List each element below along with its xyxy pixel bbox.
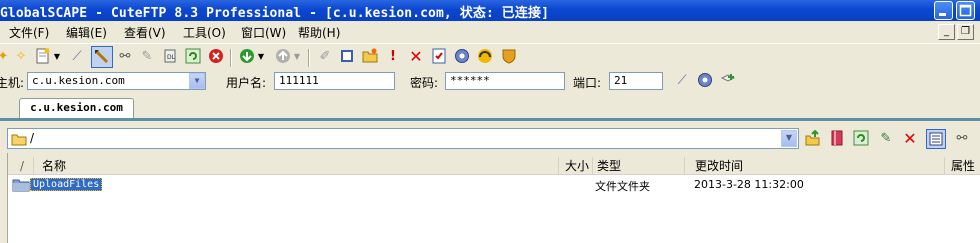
- minimize-icon: [939, 13, 946, 16]
- up-dropdown-arrow[interactable]: ▼: [292, 48, 302, 66]
- quick-connect-bar: 主机: c.u.kesion.com ▼ 用户名: 111111 密码: ***…: [0, 70, 980, 93]
- column-header-modified[interactable]: 更改时间: [685, 157, 945, 175]
- quick-connect-go-icon[interactable]: ⟋: [673, 72, 691, 90]
- tab-underline: [0, 118, 980, 121]
- window-title: GlobalSCAPE - CuteFTP 8.3 Professional -…: [0, 6, 550, 21]
- toolbar-separator: [308, 49, 310, 67]
- settings-icon[interactable]: [453, 48, 471, 66]
- svg-text:DL: DL: [167, 54, 176, 61]
- chevron-down-icon[interactable]: ▼: [781, 130, 797, 147]
- filter-icon[interactable]: ✎: [877, 130, 895, 148]
- quick-connect-icon[interactable]: ⟋: [68, 48, 86, 66]
- refresh-icon[interactable]: [184, 48, 202, 66]
- port-input[interactable]: 21: [609, 72, 663, 90]
- column-header-type[interactable]: 类型: [593, 157, 685, 175]
- file-modified: 2013-3-28 11:32:00: [694, 178, 804, 191]
- main-toolbar: ✦ ✧ ▼ ⟋ ⚯ ✎ DL ▼ ▼ ✐ ! ✕: [0, 43, 980, 70]
- column-header-sort[interactable]: /: [8, 157, 34, 175]
- wizard-icon[interactable]: ✦: [0, 48, 12, 66]
- toolbar-separator: [230, 49, 232, 67]
- quick-connect-settings-icon[interactable]: [696, 72, 714, 90]
- view-file-icon[interactable]: [338, 48, 356, 66]
- title-bar: GlobalSCAPE - CuteFTP 8.3 Professional -…: [0, 0, 980, 21]
- menu-tools[interactable]: 工具(O): [183, 24, 226, 41]
- connect-wizard-icon[interactable]: ✧: [12, 48, 30, 66]
- connect-plug-icon: [94, 49, 109, 64]
- go-up-icon[interactable]: [274, 48, 292, 66]
- support-icon[interactable]: [476, 48, 494, 66]
- properties-icon[interactable]: [430, 48, 448, 66]
- file-list-header: / 名称 大小 类型 更改时间 属性: [8, 157, 980, 175]
- parent-folder-icon[interactable]: [804, 129, 822, 148]
- add-site-icon[interactable]: [719, 72, 737, 90]
- edit-file-icon[interactable]: ✐: [316, 48, 334, 66]
- session-tab-strip: c.u.kesion.com: [0, 93, 980, 119]
- password-label: 密码:: [410, 76, 439, 90]
- password-value: ******: [450, 74, 490, 87]
- password-input[interactable]: ******: [445, 72, 565, 90]
- username-label: 用户名:: [226, 76, 267, 90]
- port-label: 端口:: [573, 76, 602, 90]
- session-tab[interactable]: c.u.kesion.com: [19, 98, 134, 118]
- menu-file[interactable]: 文件(F): [9, 24, 49, 41]
- mdi-minimize-button[interactable]: _: [938, 24, 955, 40]
- delete-icon[interactable]: ✕: [407, 48, 425, 66]
- folder-icon: [12, 179, 30, 192]
- mdi-restore-button[interactable]: ❐: [957, 24, 974, 40]
- menu-view[interactable]: 查看(V): [124, 24, 166, 41]
- bookmark-icon[interactable]: [828, 130, 846, 148]
- refresh-icon[interactable]: [852, 130, 870, 148]
- new-folder-icon[interactable]: [361, 48, 379, 66]
- view-details-button[interactable]: [926, 129, 946, 149]
- new-site-icon[interactable]: [34, 48, 52, 66]
- username-value: 111111: [279, 74, 319, 87]
- column-header-attributes[interactable]: 属性: [945, 157, 980, 175]
- host-label: 主机:: [0, 76, 25, 90]
- host-combobox[interactable]: c.u.kesion.com ▼: [27, 72, 206, 90]
- column-header-size[interactable]: 大小: [559, 157, 593, 175]
- menu-bar: 文件(F) 编辑(E) 查看(V) 工具(O) 窗口(W) 帮助(H) _ ❐: [0, 21, 980, 42]
- go-dropdown-arrow[interactable]: ▼: [256, 48, 266, 66]
- file-type: 文件文件夹: [595, 180, 650, 193]
- minimize-icon: _: [944, 26, 949, 37]
- disconnect-icon[interactable]: ⚯: [116, 48, 134, 66]
- host-value: c.u.kesion.com: [32, 74, 125, 87]
- go-forward-icon[interactable]: [238, 48, 256, 66]
- menu-help[interactable]: 帮助(H): [298, 24, 340, 41]
- port-value: 21: [614, 74, 628, 87]
- table-row[interactable]: UploadFiles 文件文件夹 2013-3-28 11:32:00: [8, 175, 980, 195]
- remote-path-bar: / ▼ ✎ ✕ ⚯: [0, 125, 980, 153]
- alert-icon[interactable]: !: [384, 48, 402, 66]
- download-icon[interactable]: DL: [161, 48, 179, 66]
- remote-path-combobox[interactable]: / ▼: [7, 128, 799, 149]
- file-name: UploadFiles: [30, 178, 103, 191]
- menu-edit[interactable]: 编辑(E): [66, 24, 107, 41]
- remote-path-value: /: [30, 131, 35, 145]
- maximize-button[interactable]: [956, 1, 975, 20]
- new-dropdown-arrow[interactable]: ▼: [52, 48, 62, 66]
- security-shield-icon[interactable]: [500, 48, 518, 66]
- maximize-icon: [959, 4, 972, 17]
- reconnect-icon[interactable]: ✎: [138, 48, 156, 66]
- username-input[interactable]: 111111: [274, 72, 395, 90]
- chevron-down-icon[interactable]: ▼: [189, 73, 205, 89]
- column-header-name[interactable]: 名称: [34, 157, 559, 175]
- file-list: UploadFiles 文件文件夹 2013-3-28 11:32:00: [8, 175, 980, 243]
- left-pane-edge: [0, 153, 8, 243]
- minimize-button[interactable]: [934, 1, 953, 20]
- menu-window[interactable]: 窗口(W): [241, 24, 286, 41]
- restore-icon: ❐: [961, 26, 970, 37]
- stop-icon[interactable]: [207, 48, 225, 66]
- details-view-icon: [929, 132, 943, 146]
- folder-icon: [11, 134, 27, 146]
- delete-icon[interactable]: ✕: [901, 130, 919, 148]
- disconnect-icon[interactable]: ⚯: [953, 130, 971, 148]
- connect-button[interactable]: [91, 46, 113, 68]
